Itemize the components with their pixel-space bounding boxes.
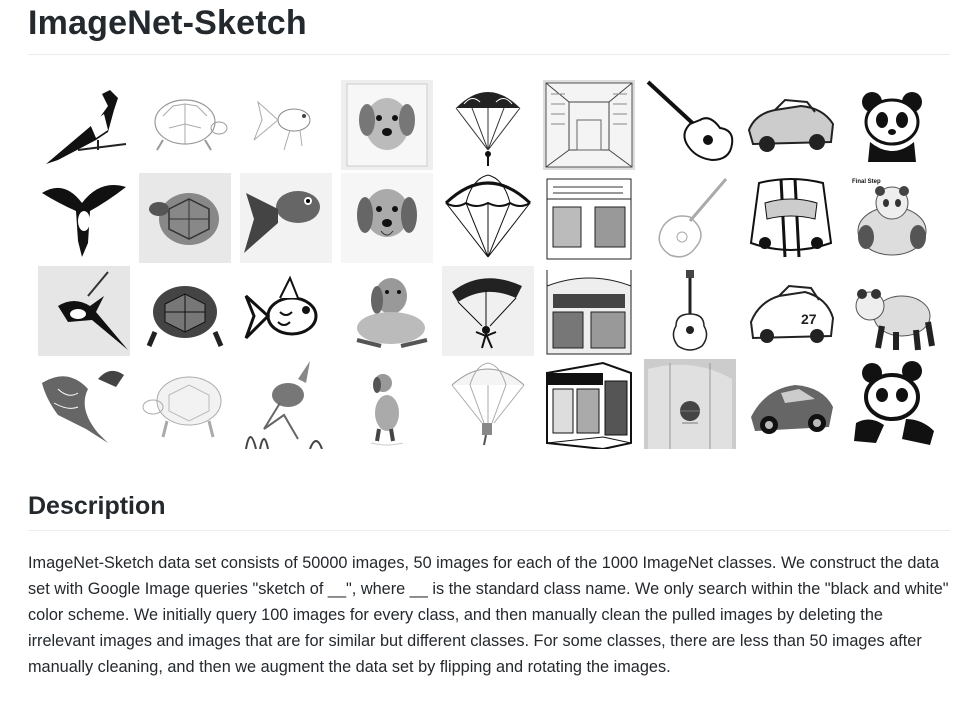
sketch-image-guitar-1 (644, 80, 736, 170)
sketch-image-bookshop-4 (543, 359, 635, 449)
svg-text:27: 27 (801, 311, 817, 327)
sketch-image-parachute-1 (442, 80, 534, 170)
panda-caption: Final Step (852, 179, 881, 185)
sketch-image-sports-car-1 (745, 80, 837, 170)
sketch-image-magpie-2 (38, 173, 130, 263)
title-divider (28, 54, 950, 55)
sketch-image-guitar-3 (644, 266, 736, 356)
sketch-image-sports-car-3: 27 (745, 266, 837, 356)
sketch-image-guitar-2 (644, 173, 736, 263)
description-divider (28, 530, 950, 531)
sketch-gallery: Final Step 27 (38, 80, 938, 452)
sketch-image-golden-retriever-2 (341, 173, 433, 263)
sketch-image-golden-retriever-4 (341, 359, 433, 449)
sketch-image-goldfish-2 (240, 173, 332, 263)
description-heading: Description (28, 492, 166, 520)
sketch-image-panda-2: Final Step (846, 173, 938, 263)
sketch-image-goldfish-4 (240, 359, 332, 449)
sketch-image-bookshop-1 (543, 80, 635, 170)
sketch-image-guitar-4 (644, 359, 736, 449)
sketch-image-parachute-2 (442, 173, 534, 263)
sketch-image-panda-1 (846, 80, 938, 170)
sketch-image-turtle-3 (139, 266, 231, 356)
sketch-image-turtle-2 (139, 173, 231, 263)
sketch-image-magpie-1 (38, 80, 130, 170)
sketch-image-parachute-3 (442, 266, 534, 356)
sketch-image-turtle-1 (139, 80, 231, 170)
sketch-image-sports-car-2 (745, 173, 837, 263)
sketch-image-golden-retriever-1 (341, 80, 433, 170)
sketch-image-bookshop-2 (543, 173, 635, 263)
sketch-image-parachute-4 (442, 359, 534, 449)
sketch-image-goldfish-1 (240, 80, 332, 170)
sketch-image-golden-retriever-3 (341, 266, 433, 356)
sketch-image-turtle-4 (139, 359, 231, 449)
sketch-image-goldfish-3 (240, 266, 332, 356)
page-title: ImageNet-Sketch (28, 4, 307, 42)
sketch-image-magpie-4 (38, 359, 130, 449)
sketch-image-sports-car-4 (745, 359, 837, 449)
sketch-image-bookshop-3 (543, 266, 635, 356)
sketch-image-panda-3 (846, 266, 938, 356)
description-paragraph: ImageNet-Sketch data set consists of 500… (28, 554, 949, 676)
sketch-image-panda-4 (846, 359, 938, 449)
sketch-image-magpie-3 (38, 266, 130, 356)
